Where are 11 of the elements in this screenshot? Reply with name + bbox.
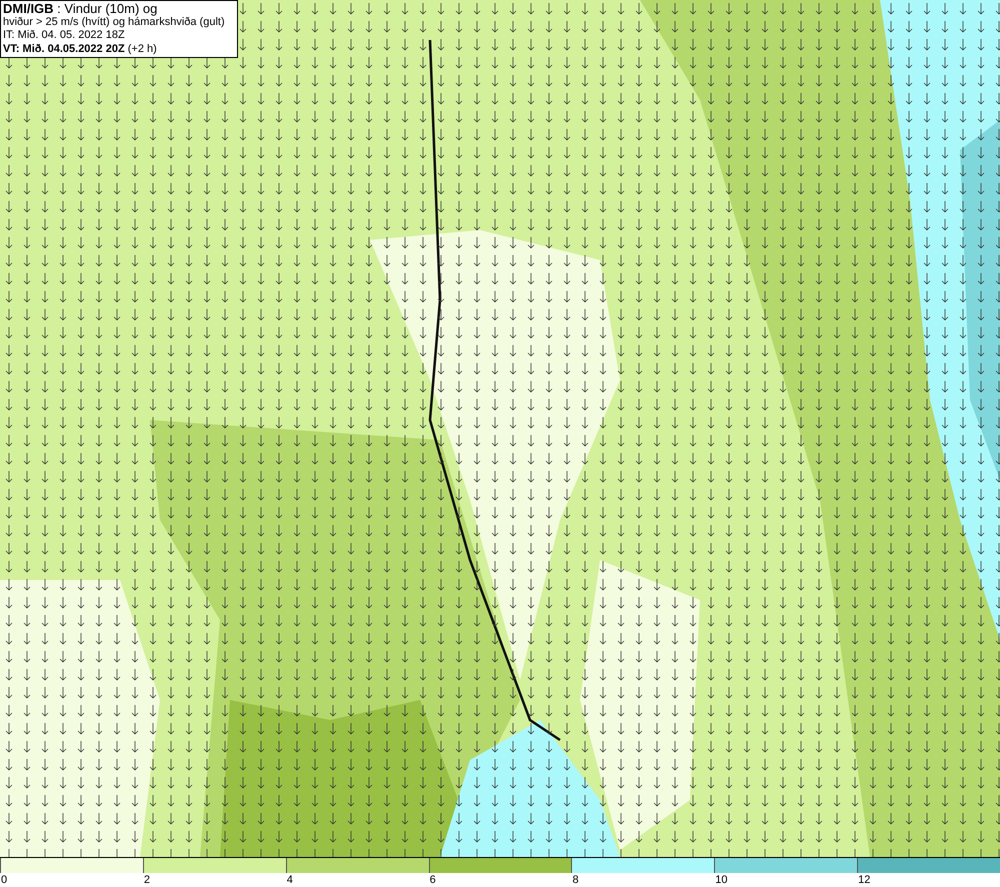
legend-label: 10 — [714, 873, 728, 887]
info-text: DMI/IGB : Vindur (10m) og — [3, 2, 158, 16]
info-text: hviður > 25 m/s (hvítt) og hámarkshviða (gult) — [3, 16, 225, 29]
info-text: IT: Mið. 04. 05. 2022 18Z — [3, 29, 125, 42]
legend-label: 8 — [571, 873, 579, 887]
legend-label: 4 — [286, 873, 293, 887]
legend-label: 12 — [857, 873, 870, 887]
legend-label: 6 — [428, 873, 436, 887]
legend-label: 0 — [0, 873, 8, 887]
legend-label: 2 — [142, 873, 150, 887]
info-text: VT: Mið. 04.05.2022 20Z (+2 h) — [3, 42, 157, 56]
